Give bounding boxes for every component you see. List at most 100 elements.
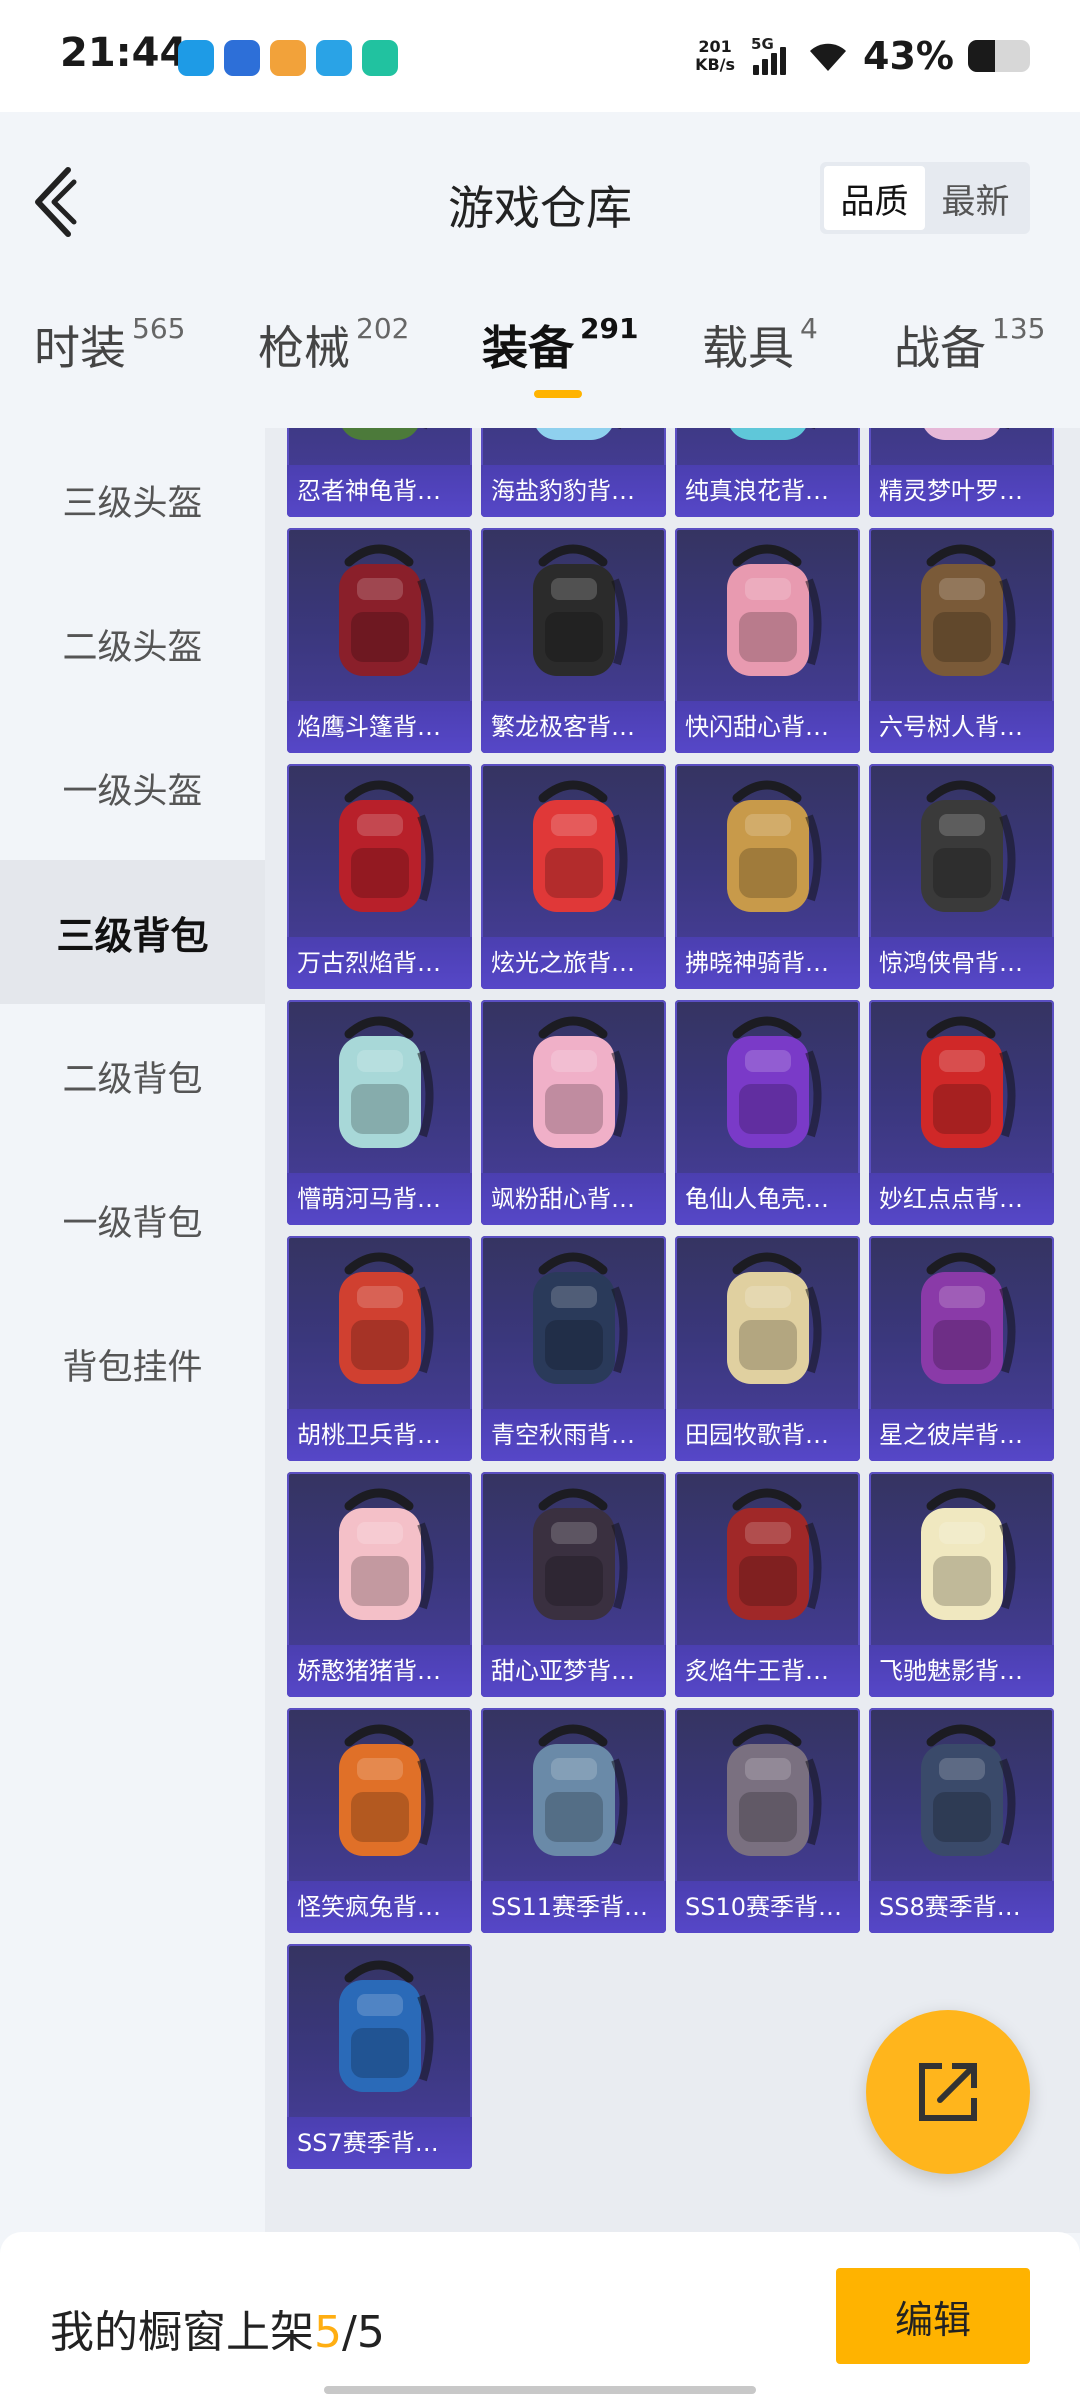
item-card[interactable]: SS8赛季背… — [869, 1708, 1054, 1933]
tab-vehicles[interactable]: 载具 4 — [702, 312, 818, 378]
net-speed: 201 KB/s — [695, 37, 736, 74]
item-card[interactable]: 飒粉甜心背… — [481, 1000, 666, 1225]
backpack-image — [339, 1252, 434, 1384]
category-tabs: 时装 565 枪械 202 装备 291 载具 4 战备 135 — [0, 312, 1080, 422]
backpack-image — [921, 544, 1016, 676]
item-label: 飒粉甜心背… — [481, 1173, 666, 1225]
backpack-image — [339, 544, 434, 676]
item-card[interactable]: 甜心亚梦背… — [481, 1472, 666, 1697]
item-card[interactable]: 六号树人背… — [869, 528, 1054, 753]
item-label: 娇憨猪猪背… — [287, 1645, 472, 1697]
backpack-image — [342, 428, 428, 440]
telegram-icon — [316, 40, 352, 76]
tab-supplies[interactable]: 战备 135 — [894, 312, 1045, 378]
item-card[interactable]: 拂晓神骑背… — [675, 764, 860, 989]
backpack-image — [533, 780, 628, 912]
tab-guns[interactable]: 枪械 202 — [258, 312, 409, 378]
item-card[interactable]: 飞驰魅影背… — [869, 1472, 1054, 1697]
backpack-image — [727, 544, 822, 676]
item-label: SS10赛季背… — [675, 1881, 860, 1933]
edit-button[interactable]: 编辑 — [836, 2268, 1030, 2364]
item-card[interactable]: 惊鸿侠骨背… — [869, 764, 1054, 989]
sidebar-item-level2-backpack[interactable]: 二级背包 — [0, 1004, 265, 1148]
item-label: 纯真浪花背… — [675, 465, 860, 517]
item-card[interactable]: 炫光之旅背… — [481, 764, 666, 989]
sidebar-item-level3-helmet[interactable]: 三级头盔 — [0, 428, 265, 572]
backpack-image — [921, 780, 1016, 912]
sidebar-item-level1-backpack[interactable]: 一级背包 — [0, 1148, 265, 1292]
header: 游戏仓库 品质 最新 时装 565 枪械 202 装备 291 载具 4 战备 135 — [0, 112, 1080, 422]
share-button[interactable] — [866, 2010, 1030, 2174]
item-card[interactable]: 忍者神龟背… — [287, 428, 472, 517]
app-blue-icon — [178, 40, 214, 76]
backpack-image — [533, 544, 628, 676]
item-card[interactable]: 怪笑疯兔背… — [287, 1708, 472, 1933]
tab-fashion[interactable]: 时装 565 — [34, 312, 185, 378]
item-card[interactable]: 星之彼岸背… — [869, 1236, 1054, 1461]
item-card[interactable]: 妙红点点背… — [869, 1000, 1054, 1225]
tab-equipment[interactable]: 装备 291 — [482, 312, 638, 378]
backpack-image — [536, 428, 622, 440]
backpack-image — [339, 780, 434, 912]
item-label: 龟仙人龟壳… — [675, 1173, 860, 1225]
backpack-image — [921, 1724, 1016, 1856]
item-card[interactable]: SS10赛季背… — [675, 1708, 860, 1933]
sidebar-item-level2-helmet[interactable]: 二级头盔 — [0, 572, 265, 716]
item-label: 六号树人背… — [869, 701, 1054, 753]
backpack-image — [533, 1016, 628, 1148]
sort-quality-option[interactable]: 品质 — [824, 166, 925, 230]
app-orange-icon — [270, 40, 306, 76]
item-card[interactable]: SS11赛季背… — [481, 1708, 666, 1933]
backpack-image — [727, 1016, 822, 1148]
item-card[interactable]: 田园牧歌背… — [675, 1236, 860, 1461]
sidebar-item-level3-backpack[interactable]: 三级背包 — [0, 860, 265, 1004]
item-label: 快闪甜心背… — [675, 701, 860, 753]
sidebar: 三级头盔 二级头盔 一级头盔 三级背包 二级背包 一级背包 背包挂件 — [0, 428, 265, 2228]
item-label: 炙焰牛王背… — [675, 1645, 860, 1697]
home-indicator[interactable] — [324, 2386, 756, 2394]
sort-toggle: 品质 最新 — [820, 162, 1030, 234]
item-card[interactable]: 海盐豹豹背… — [481, 428, 666, 517]
item-label: 炫光之旅背… — [481, 937, 666, 989]
backpack-image — [339, 1724, 434, 1856]
item-label: 惊鸿侠骨背… — [869, 937, 1054, 989]
item-label: 甜心亚梦背… — [481, 1645, 666, 1697]
item-card[interactable]: 娇憨猪猪背… — [287, 1472, 472, 1697]
item-card[interactable]: SS7赛季背… — [287, 1944, 472, 2169]
battery-icon — [968, 40, 1030, 72]
sidebar-item-level1-helmet[interactable]: 一级头盔 — [0, 716, 265, 860]
backpack-image — [727, 1488, 822, 1620]
item-card[interactable]: 炙焰牛王背… — [675, 1472, 860, 1697]
backpack-image — [921, 1252, 1016, 1384]
backpack-image — [339, 1016, 434, 1148]
share-icon — [919, 2063, 977, 2121]
active-tab-indicator — [534, 390, 582, 398]
backpack-image — [339, 1488, 434, 1620]
sort-latest-option[interactable]: 最新 — [925, 166, 1026, 230]
item-card[interactable]: 万古烈焰背… — [287, 764, 472, 989]
item-card[interactable]: 青空秋雨背… — [481, 1236, 666, 1461]
battery-percent: 43% — [863, 34, 954, 78]
item-card[interactable]: 焰鹰斗篷背… — [287, 528, 472, 753]
item-card[interactable]: 纯真浪花背… — [675, 428, 860, 517]
item-card[interactable]: 快闪甜心背… — [675, 528, 860, 753]
item-label: 繁龙极客背… — [481, 701, 666, 753]
item-label: 青空秋雨背… — [481, 1409, 666, 1461]
backpack-image — [533, 1488, 628, 1620]
item-card[interactable]: 精灵梦叶罗… — [869, 428, 1054, 517]
item-label: 万古烈焰背… — [287, 937, 472, 989]
status-time: 21:44 — [60, 30, 188, 76]
item-card[interactable]: 龟仙人龟壳… — [675, 1000, 860, 1225]
item-label: 星之彼岸背… — [869, 1409, 1054, 1461]
item-card[interactable]: 胡桃卫兵背… — [287, 1236, 472, 1461]
item-card[interactable]: 繁龙极客背… — [481, 528, 666, 753]
sidebar-item-backpack-pendant[interactable]: 背包挂件 — [0, 1292, 265, 1436]
item-label: SS7赛季背… — [287, 2117, 472, 2169]
item-label: 忍者神龟背… — [287, 465, 472, 517]
wifi-icon — [810, 43, 847, 71]
notification-icons — [178, 40, 398, 76]
item-card[interactable]: 懵萌河马背… — [287, 1000, 472, 1225]
backpack-image — [921, 1016, 1016, 1148]
showcase-count: 我的橱窗上架5/5 — [50, 2307, 385, 2358]
backpack-image — [921, 1488, 1016, 1620]
